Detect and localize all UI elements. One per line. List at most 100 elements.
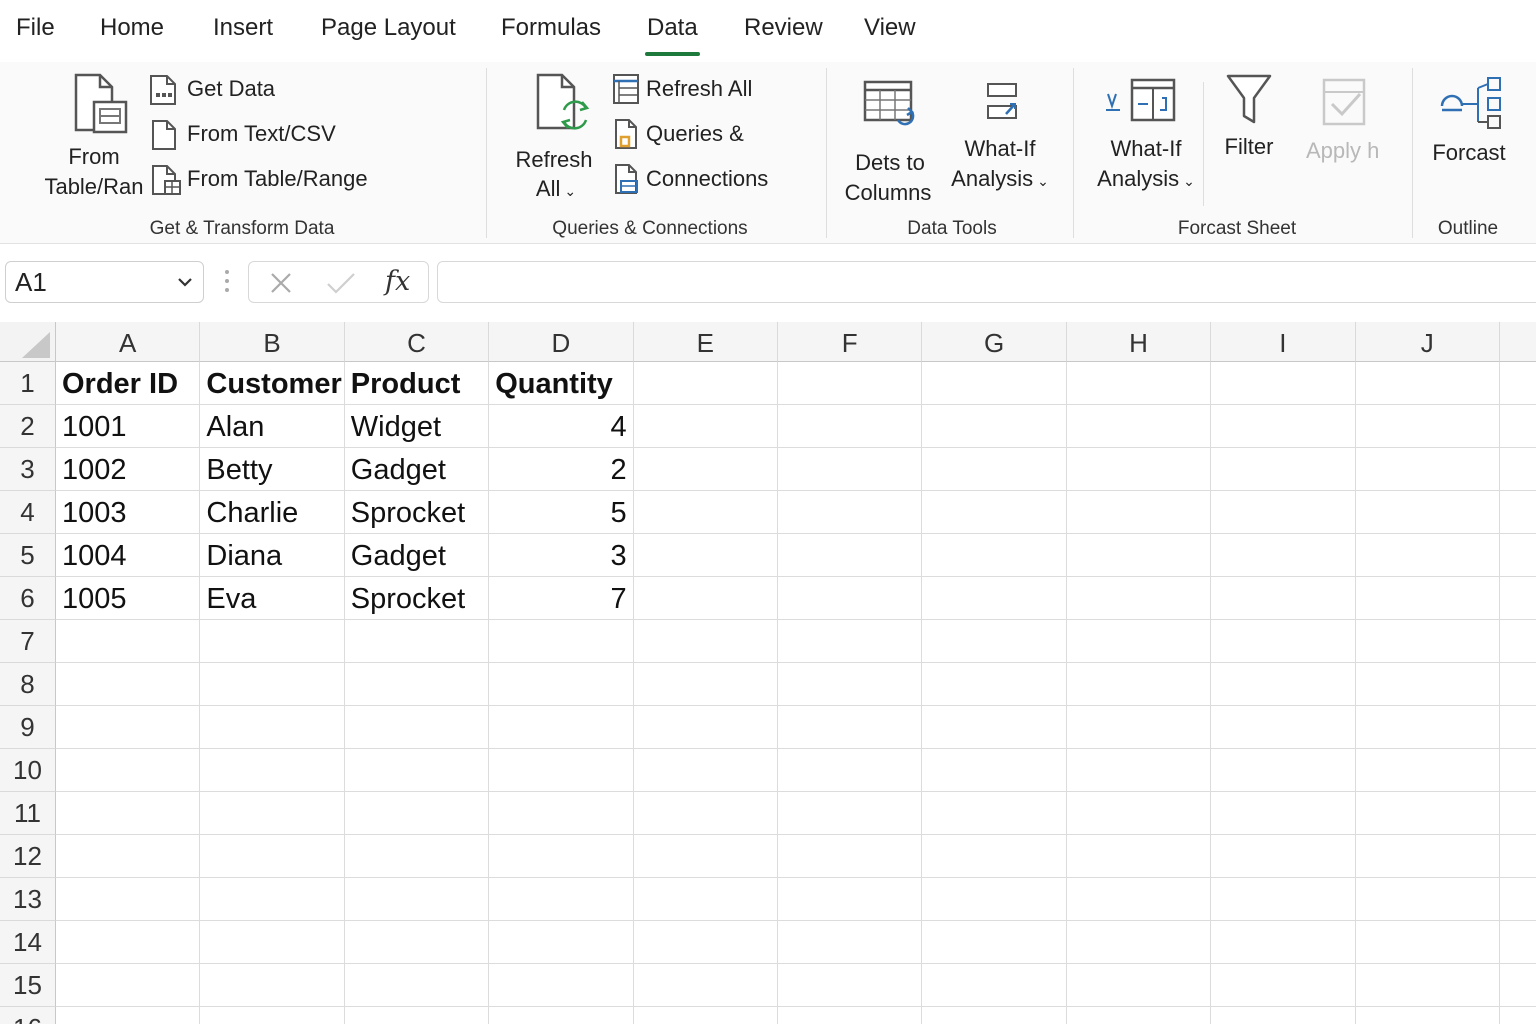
cell-b2[interactable]: Alan	[200, 405, 343, 448]
header-cell-c1[interactable]: Product	[345, 362, 488, 405]
tab-data[interactable]: Data	[645, 14, 700, 56]
cell-c2[interactable]: Widget	[345, 405, 488, 448]
cancel-icon[interactable]	[269, 271, 293, 295]
header-cell-d1[interactable]: Quantity	[489, 362, 632, 405]
cell-c3[interactable]: Gadget	[345, 448, 488, 491]
cell-c5[interactable]: Gadget	[345, 534, 488, 577]
forecast-sheet-icon	[1106, 78, 1176, 122]
cell-d2[interactable]: 4	[489, 405, 632, 448]
refresh-label-1: Refresh	[515, 147, 593, 172]
tab-formulas[interactable]: Formulas	[501, 14, 601, 42]
forecast-what-if-label-1: What-If	[1110, 136, 1182, 161]
from-table-button[interactable]: From Table/Ran	[40, 68, 148, 200]
insert-function-icon[interactable]: fx	[385, 266, 410, 297]
header-cell-a1[interactable]: Order ID	[56, 362, 199, 405]
cell-b4[interactable]: Charlie	[200, 491, 343, 534]
cell-d4[interactable]: 5	[489, 491, 632, 534]
row-header-13[interactable]: 13	[0, 878, 56, 921]
column-header-j[interactable]: J	[1355, 322, 1500, 362]
cell-a6[interactable]: 1005	[56, 577, 199, 620]
chevron-down-icon: ⌄	[1037, 173, 1049, 189]
tab-review[interactable]: Review	[744, 14, 823, 42]
group-separator	[826, 68, 827, 238]
header-cell-b1[interactable]: Customer	[200, 362, 343, 405]
formula-input[interactable]	[437, 261, 1536, 303]
ribbon: From Table/Ran Get Data From Text/CSV Fr…	[0, 62, 1536, 244]
apply-button[interactable]: Apply h	[1300, 70, 1386, 180]
select-all-triangle-icon	[22, 332, 50, 358]
connections-button[interactable]: Connections	[609, 162, 779, 198]
column-header-partial[interactable]	[1500, 322, 1536, 362]
formula-bar-resize-handle[interactable]	[222, 270, 232, 296]
refresh-all-icon	[613, 74, 639, 104]
spreadsheet-grid: ABCDEFGHIJ 12345678910111213141516 Order…	[0, 322, 1536, 1024]
cell-a5[interactable]: 1004	[56, 534, 199, 577]
row-header-15[interactable]: 15	[0, 964, 56, 1007]
column-header-b[interactable]: B	[200, 322, 345, 362]
chevron-down-icon[interactable]	[177, 274, 193, 290]
column-gridline	[1499, 362, 1500, 1024]
row-header-7[interactable]: 7	[0, 620, 56, 663]
row-header-16[interactable]: 16	[0, 1007, 56, 1024]
cell-b3[interactable]: Betty	[200, 448, 343, 491]
row-header-4[interactable]: 4	[0, 491, 56, 534]
name-box[interactable]: A1	[5, 261, 204, 303]
forcast-button[interactable]: Forcast	[1422, 72, 1526, 182]
row-header-3[interactable]: 3	[0, 448, 56, 491]
refresh-all-label: Refresh All	[646, 76, 753, 101]
column-header-g[interactable]: G	[922, 322, 1067, 362]
column-header-e[interactable]: E	[633, 322, 778, 362]
select-all-corner[interactable]	[0, 322, 56, 362]
column-gridline	[1210, 362, 1212, 1024]
cell-a4[interactable]: 1003	[56, 491, 199, 534]
column-header-a[interactable]: A	[56, 322, 201, 362]
row-gridline	[56, 963, 1536, 964]
from-table-range-button[interactable]: From Table/Range	[146, 162, 376, 198]
forecast-what-if-button[interactable]: What-If Analysis ⌄	[1094, 72, 1198, 198]
enter-check-icon[interactable]	[325, 271, 357, 295]
row-header-11[interactable]: 11	[0, 792, 56, 835]
column-header-d[interactable]: D	[489, 322, 634, 362]
cell-d3[interactable]: 2	[489, 448, 632, 491]
row-header-6[interactable]: 6	[0, 577, 56, 620]
tab-page-layout[interactable]: Page Layout	[321, 14, 456, 42]
what-if-analysis-button[interactable]: What-If Analysis ⌄	[944, 74, 1056, 198]
row-header-10[interactable]: 10	[0, 749, 56, 792]
what-if-icon	[987, 83, 1017, 119]
cell-d6[interactable]: 7	[489, 577, 632, 620]
cell-c4[interactable]: Sprocket	[345, 491, 488, 534]
row-header-1[interactable]: 1	[0, 362, 56, 405]
tab-file[interactable]: File	[16, 14, 55, 42]
column-header-h[interactable]: H	[1066, 322, 1212, 362]
filter-label: Filter	[1224, 134, 1274, 159]
column-header-i[interactable]: I	[1211, 322, 1356, 362]
get-data-button[interactable]: Get Data	[146, 72, 286, 108]
outline-icon	[1440, 77, 1501, 129]
tab-insert[interactable]: Insert	[213, 14, 273, 42]
forcast-label: Forcast	[1432, 140, 1506, 165]
cell-b5[interactable]: Diana	[200, 534, 343, 577]
column-gridline	[632, 362, 634, 1024]
cell-c6[interactable]: Sprocket	[345, 577, 488, 620]
row-header-9[interactable]: 9	[0, 706, 56, 749]
row-header-14[interactable]: 14	[0, 921, 56, 964]
queries-button[interactable]: Queries &	[609, 117, 759, 153]
row-header-8[interactable]: 8	[0, 663, 56, 706]
apply-icon	[1322, 78, 1366, 126]
filter-button[interactable]: Filter	[1212, 70, 1286, 170]
row-header-5[interactable]: 5	[0, 534, 56, 577]
cell-a3[interactable]: 1002	[56, 448, 199, 491]
from-text-csv-button[interactable]: From Text/CSV	[146, 117, 346, 153]
cell-b6[interactable]: Eva	[200, 577, 343, 620]
row-header-12[interactable]: 12	[0, 835, 56, 878]
refresh-all-large-button[interactable]: Refresh All ⌄	[510, 70, 602, 201]
refresh-all-button[interactable]: Refresh All	[609, 72, 769, 108]
text-to-columns-button[interactable]: Dets to Columns	[840, 74, 938, 205]
cell-a2[interactable]: 1001	[56, 405, 199, 448]
cell-d5[interactable]: 3	[489, 534, 632, 577]
column-header-f[interactable]: F	[778, 322, 923, 362]
tab-view[interactable]: View	[864, 14, 916, 42]
tab-home[interactable]: Home	[100, 14, 164, 42]
row-header-2[interactable]: 2	[0, 405, 56, 448]
column-header-c[interactable]: C	[344, 322, 490, 362]
